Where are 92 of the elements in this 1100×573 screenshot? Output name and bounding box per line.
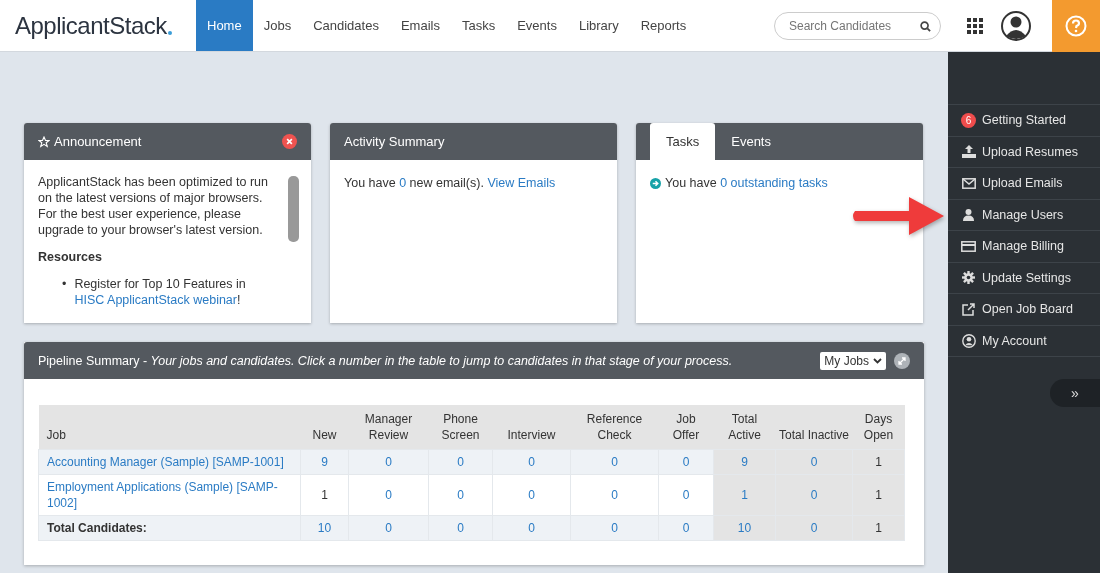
logo-dot-icon [167,30,172,35]
count-link[interactable]: 0 [810,521,818,535]
search-field[interactable]: Search Candidates [774,11,941,40]
activity-text: You have 0 new email(s). View Emails [344,176,557,190]
count-link[interactable]: 1 [741,488,748,502]
collapse-button[interactable]: » [1050,379,1100,407]
user-icon [963,208,974,221]
column-header: Reference Check [570,405,659,450]
column-header: Manager Review [348,405,429,450]
count-link[interactable]: 0 [682,488,690,502]
credit-card-icon [961,240,976,252]
scrollbar-thumb[interactable] [288,176,299,242]
count-link[interactable]: 0 [611,521,618,535]
count-link[interactable]: 0 [385,455,392,469]
jobs-dropdown[interactable]: My Jobs [820,351,886,370]
pipeline-title: Pipeline Summary - Your jobs and candidates. Click a number in the table to jump to candidates in that stage of your process. [38,353,733,368]
help-icon [1065,14,1087,37]
sidebar-item[interactable]: 6 Getting Started [948,105,1100,137]
announcement-text: ApplicantStack has been optimized to run on the latest versions of major browsers. For the best user experience, please upgrade to your browser's latest version. [38,174,269,238]
column-header: Total Active [713,405,776,450]
count-link[interactable]: 0 [528,521,535,535]
count-link[interactable]: 0 [457,488,464,502]
nav-tab[interactable]: Reports [629,0,698,51]
sidebar-item[interactable]: Update Settings [948,262,1100,294]
expand-icon[interactable] [894,352,910,369]
apps-grid-icon[interactable] [967,17,983,34]
count-link[interactable]: 0 [528,488,535,502]
column-header: Job [38,405,301,450]
avatar-icon[interactable] [1001,10,1031,41]
count-badge: 6 [961,112,976,128]
envelope-icon [961,177,976,189]
sidebar-item[interactable]: Manage Users [948,199,1100,231]
nav-tab[interactable]: Tasks [450,0,507,51]
webinar-link[interactable]: HISC ApplicantStack webinar [74,293,237,307]
count-link[interactable]: 0 [611,488,618,502]
count-link[interactable]: 0 [457,521,464,535]
nav-tab[interactable]: Jobs [252,0,303,51]
settings-icon [962,271,975,285]
count-link[interactable]: 0 [810,488,818,502]
activity-link[interactable]: View Emails [487,176,556,190]
external-link-icon [962,302,975,316]
nav-tab[interactable]: Candidates [302,0,390,51]
bullet-marker: • [62,276,67,293]
sidebar-item[interactable]: Manage Billing [948,231,1100,263]
column-header: Total Inactive [775,405,853,450]
card-title: Announcement [54,134,142,149]
table-cell: 1 [321,488,328,502]
count-link[interactable]: 0 [682,521,690,535]
sidebar-item[interactable]: My Account [948,325,1100,357]
column-header: New [300,405,349,450]
upload-icon [961,145,976,159]
nav-tab[interactable]: Home [196,0,253,51]
arrow-circle-icon [650,177,661,189]
table-cell: 1 [875,488,882,502]
nav-tab[interactable]: Library [567,0,630,51]
logo-text[interactable]: ApplicantStack [15,11,167,40]
sidebar-item[interactable]: Open Job Board [948,294,1100,326]
tasks-text: You have 0 outstanding tasks [665,176,828,190]
count-link[interactable]: 9 [741,455,748,469]
resource-item: Register for Top 10 Features in HISC ApplicantStack webinar! [74,276,247,308]
close-icon[interactable] [282,134,297,149]
count-link[interactable]: 10 [737,521,752,535]
count-link[interactable]: 0 [457,455,464,469]
search-icon [920,20,931,32]
chevron-icon [873,357,882,364]
tasks-link[interactable]: 0 outstanding tasks [720,176,828,190]
count-link[interactable]: 0 [385,521,392,535]
count-link[interactable]: 0 [385,488,392,502]
total-label: Total Candidates: [47,521,147,535]
activity-link[interactable]: 0 [399,176,407,190]
card-tab[interactable]: Events [715,123,787,160]
sidebar-item[interactable]: Upload Emails [948,168,1100,200]
column-header: Days Open [852,405,905,450]
table-cell: 1 [875,455,882,469]
nav-tab[interactable]: Emails [389,0,451,51]
count-link[interactable]: 0 [682,455,690,469]
card-title: Activity Summary [344,134,445,149]
column-header: Job Offer [658,405,714,450]
table-cell: 1 [875,521,882,535]
card-tab[interactable]: Tasks [650,123,716,160]
count-link[interactable]: 0 [528,455,535,469]
count-link[interactable]: 0 [810,455,818,469]
count-link[interactable]: 9 [321,455,328,469]
resources-heading: Resources [38,249,103,265]
sidebar-item[interactable]: Upload Resumes [948,136,1100,168]
column-header: Phone Screen [428,405,493,450]
account-icon [961,333,976,348]
count-link[interactable]: 0 [611,455,618,469]
count-link[interactable]: 10 [317,521,332,535]
column-header: Interview [492,405,571,450]
nav-tab[interactable]: Events [506,0,568,51]
star-icon [38,135,50,148]
